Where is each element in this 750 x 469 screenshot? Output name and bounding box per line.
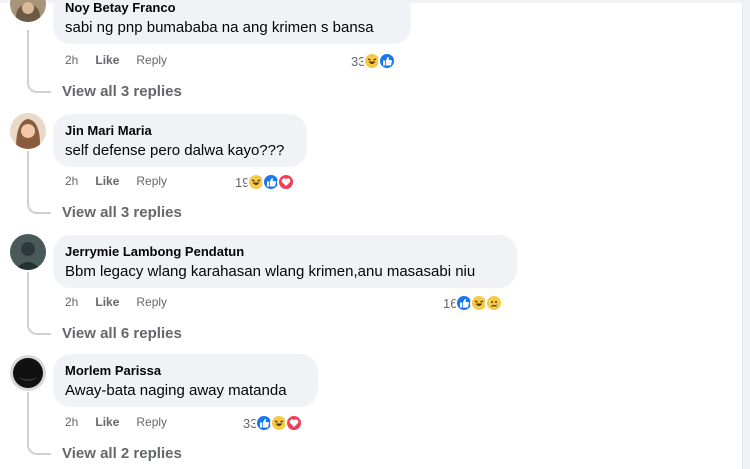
comment-author[interactable]: Noy Betay Franco <box>65 0 399 16</box>
comment-time[interactable]: 2h <box>65 174 78 188</box>
avatar[interactable] <box>10 234 46 270</box>
like-button[interactable]: Like <box>95 53 119 67</box>
comment-bubble: Jin Mari Maria self defense pero dalwa k… <box>53 114 307 167</box>
thread-line <box>27 30 51 93</box>
comment-text: self defense pero dalwa kayo??? <box>65 142 285 159</box>
reply-button[interactable]: Reply <box>136 174 167 188</box>
comment-time[interactable]: 2h <box>65 53 78 67</box>
love-icon <box>277 173 296 191</box>
reply-button[interactable]: Reply <box>136 53 167 67</box>
comment-time[interactable]: 2h <box>65 415 78 429</box>
sad-icon <box>485 294 504 312</box>
comment-time[interactable]: 2h <box>65 295 78 309</box>
avatar[interactable] <box>10 113 46 149</box>
like-button[interactable]: Like <box>95 174 119 188</box>
reaction-summary[interactable]: 33 <box>351 51 397 71</box>
view-replies-link[interactable]: View all 3 replies <box>62 203 182 223</box>
like-button[interactable]: Like <box>95 415 119 429</box>
comment-actions: 2h Like Reply <box>65 414 167 430</box>
love-icon <box>285 414 304 432</box>
comment-bubble: Morlem Parissa Away-bata naging away mat… <box>53 354 318 407</box>
thread-line <box>27 272 51 335</box>
view-replies-link[interactable]: View all 2 replies <box>62 444 182 464</box>
comment-author[interactable]: Morlem Parissa <box>65 363 306 379</box>
scrollbar-track[interactable] <box>742 0 750 469</box>
comment-bubble: Noy Betay Franco sabi ng pnp bumababa na… <box>53 0 411 44</box>
view-replies-link[interactable]: View all 6 replies <box>62 324 182 344</box>
reply-button[interactable]: Reply <box>136 295 167 309</box>
thread-line <box>27 151 51 214</box>
comment-text: Away-bata naging away matanda <box>65 382 287 399</box>
like-button[interactable]: Like <box>95 295 119 309</box>
reaction-summary[interactable]: 16 <box>443 293 504 313</box>
like-icon <box>378 52 397 70</box>
thread-line <box>27 392 51 455</box>
comment-bubble: Jerrymie Lambong Pendatun Bbm legacy wla… <box>53 235 517 288</box>
comment-author[interactable]: Jerrymie Lambong Pendatun <box>65 244 505 260</box>
comment-text: Bbm legacy wlang karahasan wlang krimen,… <box>65 263 476 280</box>
comment-text: sabi ng pnp bumababa na ang krimen s ban… <box>65 19 374 36</box>
avatar[interactable] <box>10 0 46 22</box>
reply-button[interactable]: Reply <box>136 415 167 429</box>
comment-actions: 2h Like Reply <box>65 52 167 68</box>
avatar[interactable] <box>10 355 46 391</box>
comment-author[interactable]: Jin Mari Maria <box>65 123 295 139</box>
comment-actions: 2h Like Reply <box>65 173 167 189</box>
reaction-summary[interactable]: 19 <box>235 172 296 192</box>
reaction-summary[interactable]: 33 <box>243 413 304 433</box>
comment-actions: 2h Like Reply <box>65 294 167 310</box>
view-replies-link[interactable]: View all 3 replies <box>62 82 182 102</box>
